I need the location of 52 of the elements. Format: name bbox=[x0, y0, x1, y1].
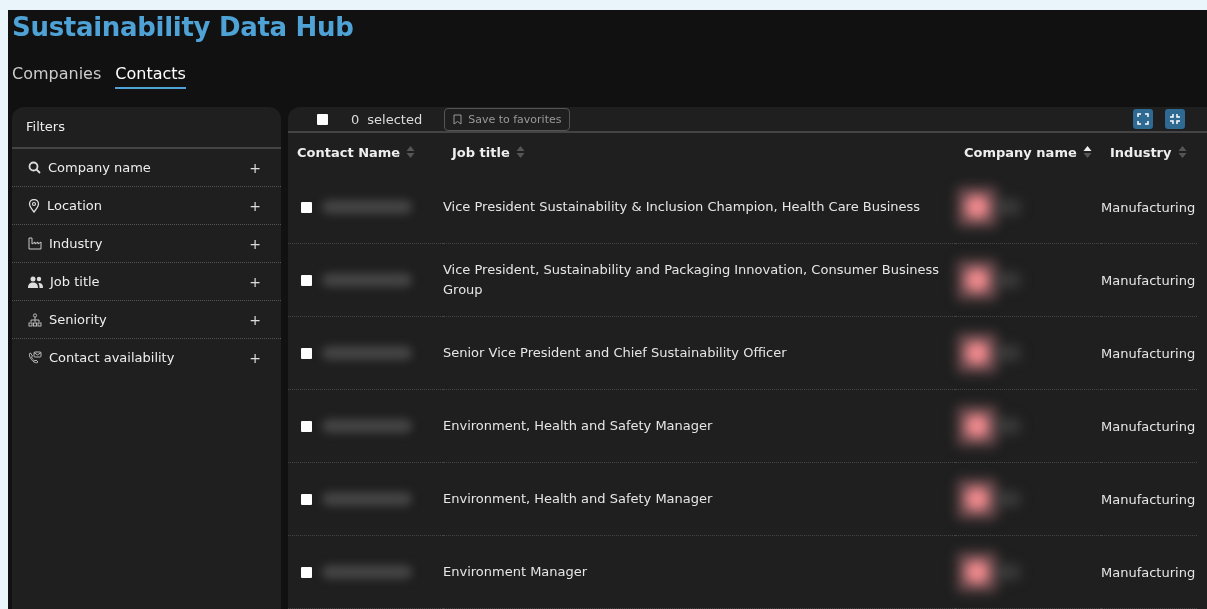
filter-item[interactable]: Seniority + bbox=[12, 301, 281, 339]
checkbox[interactable] bbox=[317, 113, 328, 125]
location-pin-icon bbox=[28, 198, 40, 213]
table-cell: Manufacturing bbox=[1101, 199, 1196, 215]
add-icon[interactable]: + bbox=[249, 159, 267, 176]
checkbox[interactable] bbox=[301, 420, 312, 432]
sort-icon[interactable] bbox=[1082, 145, 1092, 159]
tab[interactable]: Companies bbox=[12, 64, 102, 89]
filter-item[interactable]: Industry + bbox=[12, 225, 281, 263]
checkbox[interactable] bbox=[301, 274, 312, 286]
checkbox[interactable] bbox=[301, 347, 312, 359]
add-icon[interactable]: + bbox=[249, 273, 267, 290]
search-icon bbox=[28, 161, 41, 174]
app-title: Sustainability Data Hub bbox=[11, 11, 355, 44]
table-cell: Manufacturing bbox=[1101, 418, 1196, 434]
tab[interactable]: Contacts bbox=[115, 64, 186, 89]
collapse-icon[interactable] bbox=[1165, 109, 1185, 129]
phone-icon bbox=[28, 351, 42, 364]
table-cell-text: Environment Manager bbox=[443, 563, 588, 581]
checkbox[interactable] bbox=[301, 566, 312, 578]
filter-item[interactable]: Location + bbox=[12, 187, 281, 225]
table-cell: Manufacturing bbox=[1101, 272, 1196, 288]
filter-item[interactable]: Company name + bbox=[12, 149, 281, 187]
selected-label: selected bbox=[367, 111, 423, 127]
add-icon[interactable]: + bbox=[249, 235, 267, 252]
add-icon[interactable]: + bbox=[249, 311, 267, 328]
bookmark-icon bbox=[453, 113, 463, 125]
table-cell: Manufacturing bbox=[1101, 345, 1196, 361]
people-icon bbox=[28, 275, 43, 288]
table-cell: Manufacturing bbox=[1101, 564, 1196, 580]
checkbox[interactable] bbox=[301, 493, 312, 505]
column-header[interactable]: Company name bbox=[964, 144, 1077, 160]
filter-item[interactable]: Job title + bbox=[12, 263, 281, 301]
hierarchy-icon bbox=[28, 312, 42, 327]
filters-heading: Filters bbox=[12, 107, 281, 149]
table-cell-text: Environment, Health and Safety Manager bbox=[443, 417, 713, 435]
column-header[interactable]: Contact Name bbox=[297, 144, 401, 160]
filter-item[interactable]: Contact availability + bbox=[12, 339, 281, 376]
column-header[interactable]: Industry bbox=[1110, 144, 1172, 160]
factory-icon bbox=[28, 237, 42, 250]
table-cell-text: Vice President Sustainability & Inclusion Champion, Health Care Business bbox=[443, 198, 921, 216]
checkbox[interactable] bbox=[301, 201, 312, 213]
table-cell-text: Senior Vice President and Chief Sustainability Officer bbox=[443, 344, 787, 362]
add-icon[interactable]: + bbox=[249, 349, 267, 366]
selected-count: 0 bbox=[351, 111, 360, 127]
expand-icon[interactable] bbox=[1133, 109, 1153, 129]
table-cell: Manufacturing bbox=[1101, 491, 1196, 507]
table-cell-text: Vice President, Sustainability and Packaging Innovation, Consumer Business Group bbox=[443, 261, 941, 299]
column-header[interactable]: Job title bbox=[452, 144, 510, 160]
save-to-favorites-button[interactable]: Save to favorites bbox=[444, 107, 571, 131]
table-cell-text: Environment, Health and Safety Manager bbox=[443, 490, 713, 508]
add-icon[interactable]: + bbox=[249, 197, 267, 214]
